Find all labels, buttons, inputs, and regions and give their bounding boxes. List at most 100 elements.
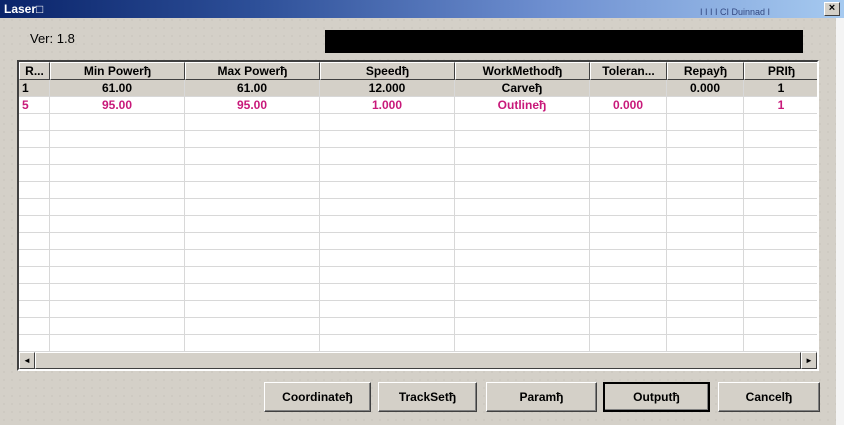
grid-line: [743, 284, 744, 300]
grid-line: [743, 335, 744, 351]
grid-line: [184, 267, 185, 283]
cell-max-power: 61.00: [185, 80, 320, 96]
horizontal-scrollbar[interactable]: ◄ ►: [19, 352, 817, 369]
grid-line: [454, 284, 455, 300]
table-row-empty[interactable]: [19, 114, 817, 131]
column-header-min-power[interactable]: Min Powerђ: [50, 62, 185, 80]
cell-row-number: 5: [19, 97, 50, 113]
window-title: Laser□: [4, 2, 44, 16]
grid-line: [589, 114, 590, 130]
grid-line: [49, 165, 50, 181]
trackset-button[interactable]: TrackSetђ: [378, 382, 477, 412]
grid-line: [49, 148, 50, 164]
grid-line: [589, 199, 590, 215]
grid-line: [589, 233, 590, 249]
grid-line: [454, 165, 455, 181]
scrollbar-thumb[interactable]: [35, 352, 801, 369]
grid-line: [589, 148, 590, 164]
grid-line: [589, 335, 590, 351]
grid-line: [666, 318, 667, 334]
grid-line: [666, 182, 667, 198]
grid-line: [49, 284, 50, 300]
table-row-empty[interactable]: [19, 267, 817, 284]
grid-line: [49, 335, 50, 351]
grid-line: [319, 131, 320, 147]
param-button[interactable]: Paramђ: [486, 382, 597, 412]
grid-line: [319, 284, 320, 300]
grid-line: [319, 250, 320, 266]
cell-row-number: 1: [19, 80, 50, 96]
table-row-empty[interactable]: [19, 318, 817, 335]
table-row[interactable]: 5 95.00 95.00 1.000 Outlineђ 0.000 1: [19, 97, 817, 114]
grid-line: [666, 335, 667, 351]
column-header-pri[interactable]: PRIђ: [744, 62, 817, 80]
grid-line: [589, 250, 590, 266]
column-header-speed[interactable]: Speedђ: [320, 62, 455, 80]
cell-work-method: Carveђ: [455, 80, 590, 96]
column-header-tolerance[interactable]: Toleran...: [590, 62, 667, 80]
grid-line: [184, 335, 185, 351]
laser-dialog: Laser□ I I I I CI Duinnad I × Ver: 1.8 R…: [0, 0, 844, 425]
table-row-empty[interactable]: [19, 165, 817, 182]
grid-line: [184, 199, 185, 215]
grid-line: [454, 131, 455, 147]
grid-line: [589, 284, 590, 300]
grid-line: [743, 318, 744, 334]
grid-line: [589, 182, 590, 198]
table-row-empty[interactable]: [19, 216, 817, 233]
grid-line: [589, 131, 590, 147]
table-row-empty[interactable]: [19, 131, 817, 148]
grid-line: [184, 284, 185, 300]
table-row[interactable]: 1 61.00 61.00 12.000 Carveђ 0.000 1: [19, 80, 817, 97]
grid-line: [49, 199, 50, 215]
scroll-right-icon[interactable]: ►: [801, 352, 817, 369]
title-bar-background-text: I I I I CI Duinnad I: [700, 7, 771, 17]
coordinate-button[interactable]: Coordinateђ: [264, 382, 371, 412]
cell-tolerance: 0.000: [590, 97, 667, 113]
column-header-repay[interactable]: Repayђ: [667, 62, 744, 80]
cell-pri: 1: [744, 80, 817, 96]
grid-line: [454, 114, 455, 130]
window-edge: [836, 18, 844, 425]
column-header-max-power[interactable]: Max Powerђ: [185, 62, 320, 80]
table-row-empty[interactable]: [19, 284, 817, 301]
grid-line: [184, 318, 185, 334]
grid-line: [184, 182, 185, 198]
grid-line: [49, 131, 50, 147]
table-header: R... Min Powerђ Max Powerђ Speedђ WorkMe…: [19, 62, 817, 80]
grid-line: [184, 114, 185, 130]
grid-line: [49, 250, 50, 266]
close-button[interactable]: ×: [824, 2, 840, 16]
table-row-empty[interactable]: [19, 148, 817, 165]
grid-line: [319, 148, 320, 164]
cell-speed: 1.000: [320, 97, 455, 113]
column-header-work-method[interactable]: WorkMethodђ: [455, 62, 590, 80]
scroll-left-icon[interactable]: ◄: [19, 352, 35, 369]
table-row-empty[interactable]: [19, 335, 817, 352]
grid-line: [49, 114, 50, 130]
cell-min-power: 61.00: [50, 80, 185, 96]
grid-line: [743, 114, 744, 130]
table-row-empty[interactable]: [19, 250, 817, 267]
output-button[interactable]: Outputђ: [603, 382, 710, 412]
grid-line: [666, 250, 667, 266]
grid-line: [49, 216, 50, 232]
grid-line: [184, 131, 185, 147]
grid-line: [743, 267, 744, 283]
cancel-button[interactable]: Cancelђ: [718, 382, 820, 412]
cell-repay: 0.000: [667, 80, 744, 96]
table-row-empty[interactable]: [19, 199, 817, 216]
grid-line: [454, 267, 455, 283]
layer-table: R... Min Powerђ Max Powerђ Speedђ WorkMe…: [17, 60, 819, 371]
column-header-row-number[interactable]: R...: [19, 62, 50, 80]
grid-line: [666, 267, 667, 283]
grid-line: [184, 165, 185, 181]
grid-line: [743, 148, 744, 164]
grid-line: [319, 318, 320, 334]
table-row-empty[interactable]: [19, 301, 817, 318]
table-row-empty[interactable]: [19, 182, 817, 199]
title-bar[interactable]: Laser□ I I I I CI Duinnad I ×: [0, 0, 844, 18]
table-row-empty[interactable]: [19, 233, 817, 250]
cell-max-power: 95.00: [185, 97, 320, 113]
grid-line: [319, 267, 320, 283]
